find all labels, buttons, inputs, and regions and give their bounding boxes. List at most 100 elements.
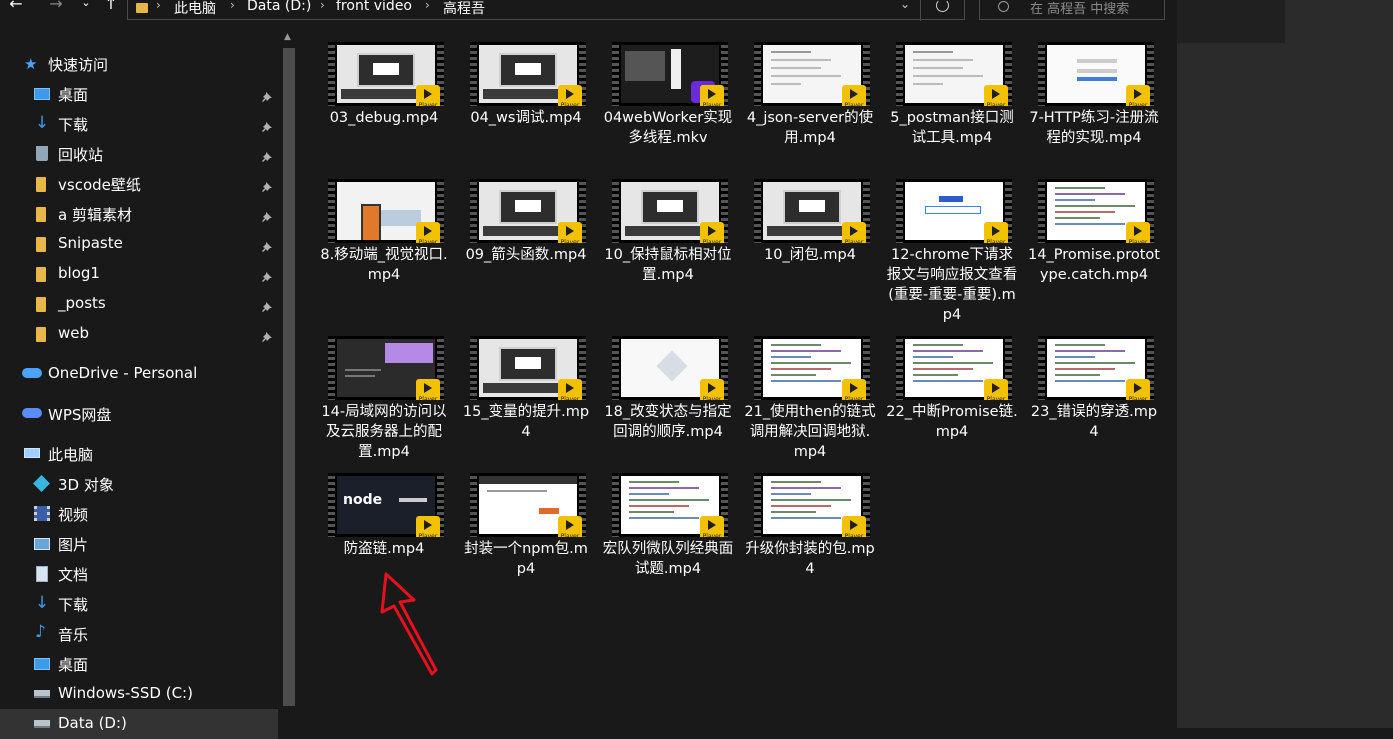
file-name: 10_保持鼠标相对位置.mp4 (604, 247, 732, 283)
video-thumbnail: Player (896, 42, 1012, 106)
file-item[interactable]: Player 18_改变状态与指定回调的顺序.mp4 (602, 336, 734, 496)
file-item[interactable]: Player 04webWorker实现多线程.mkv (602, 42, 734, 202)
recycle-bin-icon (36, 146, 48, 161)
back-icon[interactable]: ← (6, 0, 26, 13)
file-item[interactable]: Player 10_保持鼠标相对位置.mp4 (602, 179, 734, 339)
sidebar-item-label: 快速访问 (48, 56, 109, 74)
video-thumbnail: node Player (328, 473, 444, 537)
sidebar-item-label: 此电脑 (48, 446, 94, 464)
download-icon: ↓ (34, 113, 50, 133)
file-item[interactable]: Player 04_ws调试.mp4 (460, 42, 592, 202)
pin-icon[interactable] (262, 238, 272, 252)
film-strip-icon (754, 179, 761, 243)
file-item[interactable]: Player 21_使用then的链式调用解决回调地狱.mp4 (744, 336, 876, 496)
file-name: 03_debug.mp4 (329, 110, 439, 126)
sidebar-item-label: 音乐 (58, 626, 89, 644)
sidebar-item[interactable]: ♪ 音乐 (0, 619, 278, 649)
sidebar-item-onedrive[interactable]: OneDrive - Personal (0, 359, 278, 389)
file-name: 10_闭包.mp4 (764, 247, 856, 263)
file-item[interactable]: Player 5_postman接口测试工具.mp4 (886, 42, 1018, 202)
sidebar-item-label: 视频 (58, 506, 89, 524)
sidebar-item-wps[interactable]: WPS网盘 (0, 399, 278, 429)
sidebar-item[interactable]: _posts (0, 289, 278, 319)
file-item[interactable]: Player 8.移动端_视觉视口.mp4 (318, 179, 450, 339)
pin-icon[interactable] (262, 148, 272, 162)
sidebar-item[interactable]: web (0, 319, 278, 349)
player-badge-icon: Player (700, 222, 724, 243)
file-name: 09_箭头函数.mp4 (465, 247, 587, 263)
file-item[interactable]: Player 7-HTTP练习-注册流程的实现.mp4 (1028, 42, 1160, 202)
sidebar-item[interactable]: Data (D:) (0, 709, 278, 739)
file-item[interactable]: Player 10_闭包.mp4 (744, 179, 876, 339)
sidebar-item[interactable]: Windows-SSD (C:) (0, 679, 278, 709)
file-name: 升级你封装的包.mp4 (745, 541, 875, 577)
sidebar-item-label: 文档 (58, 566, 89, 584)
sidebar-item[interactable]: a 剪辑素材 (0, 199, 278, 229)
player-badge-icon: Player (558, 516, 582, 537)
player-badge-icon: Player (984, 85, 1008, 106)
sidebar-item[interactable]: Snipaste (0, 229, 278, 259)
sidebar-item-quick-access[interactable]: ★ 快速访问 (0, 49, 278, 79)
file-item[interactable]: Player 升级你封装的包.mp4 (744, 473, 876, 633)
search-box[interactable]: 在 高程吾 中搜索 (979, 0, 1165, 20)
forward-icon[interactable]: → (46, 0, 66, 13)
sidebar-item[interactable]: blog1 (0, 259, 278, 289)
film-strip-icon (896, 336, 903, 400)
breadcrumb-current-folder[interactable]: 高程吾 (443, 0, 485, 18)
file-item[interactable]: Player 03_debug.mp4 (318, 42, 450, 202)
scroll-up-icon[interactable]: ▲ (284, 32, 291, 42)
file-name: 宏队列微队列经典面试题.mp4 (602, 541, 734, 577)
star-icon: ★ (24, 55, 38, 73)
pin-icon[interactable] (262, 328, 272, 342)
up-icon[interactable]: ↑ (101, 0, 121, 13)
pin-icon[interactable] (262, 178, 272, 192)
breadcrumb-data-drive[interactable]: Data (D:) (247, 0, 311, 14)
address-bar[interactable]: › 此电脑 › Data (D:) › front video › 高程吾 ⌄ (127, 0, 965, 21)
pin-icon[interactable] (262, 268, 272, 282)
file-item[interactable]: Player 封装一个npm包.mp4 (460, 473, 592, 633)
file-item[interactable]: Player 14-局域网的访问以及云服务器上的配置.mp4 (318, 336, 450, 496)
file-item[interactable]: Player 4_json-server的使用.mp4 (744, 42, 876, 202)
player-badge-icon: Player (416, 516, 440, 537)
file-item[interactable]: Player 宏队列微队列经典面试题.mp4 (602, 473, 734, 633)
chevron-right-icon: › (156, 0, 161, 12)
sidebar-item[interactable]: 回收站 (0, 139, 278, 169)
sidebar-item[interactable]: 图片 (0, 529, 278, 559)
file-item[interactable]: Player 23_错误的穿透.mp4 (1028, 336, 1160, 496)
sidebar-item-this-pc[interactable]: 此电脑 (0, 439, 278, 469)
film-strip-icon (328, 42, 335, 106)
sidebar-item[interactable]: 桌面 (0, 649, 278, 679)
file-item[interactable]: Player 14_Promise.prototype.catch.mp4 (1028, 179, 1160, 339)
file-item[interactable]: Player 12-chrome下请求报文与响应报文查看(重要-重要-重要).mp… (886, 179, 1018, 339)
video-thumbnail: Player (470, 42, 586, 106)
pin-icon[interactable] (262, 298, 272, 312)
documents-icon (36, 566, 48, 582)
video-thumbnail: Player (612, 179, 728, 243)
breadcrumb-front-video[interactable]: front video (336, 0, 412, 14)
sidebar-item[interactable]: 3D 对象 (0, 469, 278, 499)
sidebar-item[interactable]: 桌面 (0, 79, 278, 109)
chevron-down-icon[interactable]: ⌄ (900, 0, 910, 11)
sidebar-item-label: OneDrive - Personal (48, 364, 198, 382)
breadcrumb-this-pc[interactable]: 此电脑 (174, 0, 216, 18)
recent-locations-icon[interactable]: ⌄ (76, 0, 96, 9)
pin-icon[interactable] (262, 88, 272, 102)
file-item[interactable]: Player 22_中断Promise链.mp4 (886, 336, 1018, 496)
scrollbar-thumb[interactable] (283, 48, 295, 706)
video-thumbnail: Player (328, 336, 444, 400)
sidebar-item[interactable]: 文档 (0, 559, 278, 589)
folder-icon (36, 327, 46, 342)
sidebar-item[interactable]: ↓ 下载 (0, 109, 278, 139)
film-strip-icon (754, 42, 761, 106)
video-thumbnail: Player (754, 42, 870, 106)
refresh-icon[interactable] (936, 0, 949, 12)
sidebar-item[interactable]: ↓ 下载 (0, 589, 278, 619)
sidebar-item-label: Windows-SSD (C:) (58, 684, 193, 702)
film-strip-icon (470, 473, 477, 537)
sidebar-item[interactable]: 视频 (0, 499, 278, 529)
file-item[interactable]: Player 15_变量的提升.mp4 (460, 336, 592, 496)
pin-icon[interactable] (262, 118, 272, 132)
file-item[interactable]: Player 09_箭头函数.mp4 (460, 179, 592, 339)
pin-icon[interactable] (262, 208, 272, 222)
sidebar-item[interactable]: vscode壁纸 (0, 169, 278, 199)
